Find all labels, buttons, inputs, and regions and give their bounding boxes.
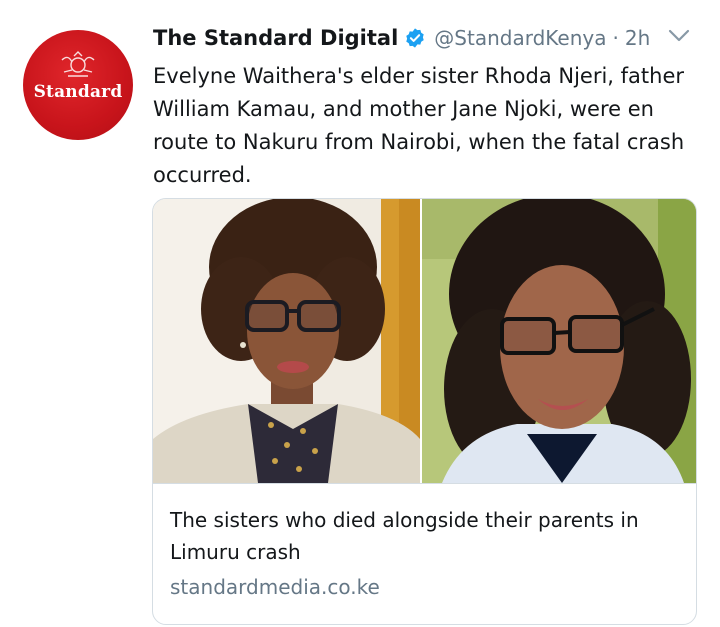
display-name[interactable]: The Standard Digital xyxy=(153,26,398,50)
card-photo-right xyxy=(422,199,696,483)
chevron-down-icon[interactable] xyxy=(666,26,692,46)
tweet[interactable]: Standard The Standard Digital @StandardK… xyxy=(0,0,720,627)
timestamp[interactable]: 2h xyxy=(625,26,650,50)
verified-badge-icon xyxy=(406,28,425,48)
card-photos[interactable] xyxy=(153,199,696,483)
card-title[interactable]: The sisters who died alongside their par… xyxy=(170,504,680,568)
card-domain[interactable]: standardmedia.co.ke xyxy=(170,575,380,599)
avatar-brand-text: Standard xyxy=(33,82,123,102)
handle[interactable]: @StandardKenya xyxy=(434,26,606,50)
tweet-header: The Standard Digital @StandardKenya · 2h xyxy=(153,22,650,54)
link-card[interactable]: The sisters who died alongside their par… xyxy=(152,198,697,625)
separator-dot: · xyxy=(612,26,619,50)
tweet-text: Evelyne Waithera's elder sister Rhoda Nj… xyxy=(153,64,685,187)
card-body[interactable]: The sisters who died alongside their par… xyxy=(153,483,696,624)
avatar[interactable]: Standard xyxy=(23,30,133,140)
card-photo-left xyxy=(153,199,420,483)
crest-logo xyxy=(61,51,95,77)
